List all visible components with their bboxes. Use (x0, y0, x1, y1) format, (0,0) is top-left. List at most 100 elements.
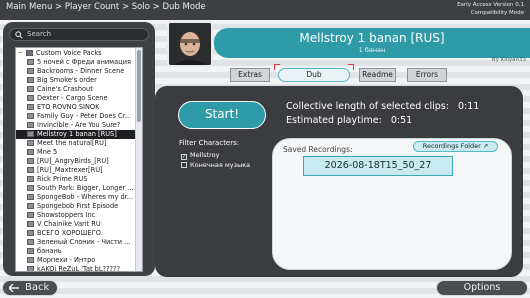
folder-icon (27, 185, 34, 191)
checkbox-icon[interactable] (181, 162, 187, 168)
search-icon (15, 31, 23, 39)
tree-item[interactable]: Caine's Crashout (16, 85, 135, 94)
tree-item-label: SpongeBob - Wheres my dr... (37, 193, 134, 201)
tree-item[interactable]: Family Guy - Peter Does Cr... (16, 112, 135, 121)
tree-item-label: Caine's Crashout (37, 85, 93, 93)
tab-extras[interactable]: Extras (230, 68, 270, 82)
collapse-icon[interactable]: − (18, 50, 24, 56)
tree-item-label: Big Smoke's order (37, 76, 97, 84)
tree-item[interactable]: банань (16, 247, 135, 256)
tab-readme[interactable]: Readme (359, 68, 396, 82)
folder-icon (27, 59, 34, 65)
character-filter-mellstroy[interactable]: ✓ Mellstroy (181, 151, 220, 160)
collective-label: Collective length of selected clips: (286, 101, 449, 112)
tree-item[interactable]: 5 ночей с Фреди анимация (16, 58, 135, 67)
collective-value: 0:11 (457, 101, 480, 112)
folder-icon (27, 95, 34, 101)
tree-item-label: Mellstroy 1 banan [RUS] (37, 130, 117, 138)
tree-item[interactable]: Showstoppers Inc (16, 211, 135, 220)
tree-item-label: 5 ночей с Фреди анимация (37, 58, 131, 66)
tree-root[interactable]: − Custom Voice Packs (16, 49, 135, 58)
tree-item-label: V Chainike Varit RU (37, 220, 101, 228)
folder-icon (27, 203, 34, 209)
folder-icon (27, 167, 34, 173)
tree-item[interactable]: Mne 5 (16, 148, 135, 157)
tree-item-label: ВСЕГО ХОРОШЕГО. (37, 229, 103, 237)
folder-icon (27, 266, 34, 271)
folder-icon (27, 140, 34, 146)
tree-item[interactable]: Зеленый Слоник - Чисти ... (16, 238, 135, 247)
tree-item[interactable]: Spongebob First Episode (16, 202, 135, 211)
folder-icon (27, 131, 34, 137)
folder-icon (27, 158, 34, 164)
tree-item[interactable]: Invincible - Are You Sure? (16, 121, 135, 130)
title-banner: Mellstroy 1 banan [RUS] 1 банан (214, 28, 530, 58)
checkbox-checked-icon[interactable]: ✓ (181, 154, 187, 160)
top-bar: Main Menu > Player Count > Solo > Dub Mo… (0, 0, 530, 20)
tree-item[interactable]: kAKOj ReZuL 'Tat bL????? (16, 265, 135, 272)
tree-item[interactable]: Mellstroy 1 banan [RUS] (16, 130, 135, 139)
tree-item[interactable]: [RU]_Maxtrexer[RU] (16, 166, 135, 175)
compat-line: Compatibility Mode (470, 9, 524, 16)
tree-item-label: Dexter - Cargo Scene (37, 94, 108, 102)
options-button[interactable]: Options (436, 280, 528, 296)
folder-icon (27, 77, 34, 83)
start-button[interactable]: Start! (178, 101, 266, 129)
search-input[interactable]: Search (9, 28, 149, 41)
tree-item-label: South Park: Bigger, Longer ... (37, 184, 134, 192)
tree-item[interactable]: Rick Prime RUS (16, 175, 135, 184)
back-button[interactable]: Back (2, 280, 58, 296)
folder-icon (27, 113, 34, 119)
tree-item[interactable]: South Park: Bigger, Longer ... (16, 184, 135, 193)
tree-item-label: kAKOj ReZuL 'Tat bL????? (37, 265, 121, 272)
breadcrumb: Main Menu > Player Count > Solo > Dub Mo… (6, 2, 206, 12)
tree-item[interactable]: SpongeBob - Wheres my dr... (16, 193, 135, 202)
tab-focus-corner (274, 64, 280, 70)
pack-subtitle: 1 банан (358, 46, 386, 54)
folder-icon (27, 176, 34, 182)
folder-icon (27, 68, 34, 74)
tree-item-label: Зеленый Слоник - Чисти ... (37, 238, 131, 246)
search-placeholder: Search (27, 30, 52, 38)
tree-item[interactable]: Big Smoke's order (16, 76, 135, 85)
scroll-thumb[interactable] (137, 50, 141, 122)
folder-icon (27, 257, 34, 263)
tree-scrollbar[interactable] (135, 48, 142, 271)
folder-icon (27, 221, 34, 227)
tree-item[interactable]: ВСЕГО ХОРОШЕГО. (16, 229, 135, 238)
folder-icon (26, 50, 33, 56)
recording-item[interactable]: 2026-08-18T15_50_27 (303, 156, 453, 176)
tab-dub[interactable]: Dub (278, 68, 350, 82)
tree-item[interactable]: [RU]_AngryBirds_[RU] (16, 157, 135, 166)
playtime-value: 0:51 (390, 115, 413, 126)
tree-item-label: Meet the natural[RU] (37, 139, 107, 147)
tree-item-label: Showstoppers Inc (37, 211, 96, 219)
tree-item[interactable]: Морпехи - Интро (16, 256, 135, 265)
version-line: Early Access Version 0.1 (457, 2, 524, 8)
back-label: Back (25, 282, 50, 293)
tree-item[interactable]: ETO ROVNO SINOK (16, 103, 135, 112)
folder-icon (27, 212, 34, 218)
voice-pack-panel: Search − Custom Voice Packs 5 ночей с Фр… (3, 22, 155, 276)
tree-item-label: Invincible - Are You Sure? (37, 121, 121, 129)
folder-icon (27, 149, 34, 155)
tree-item-label: Family Guy - Peter Does Cr... (37, 112, 132, 120)
tree-item[interactable]: Meet the natural[RU] (16, 139, 135, 148)
character-filter-music[interactable]: Конечная музыка (181, 161, 250, 169)
avatar-face-icon (169, 23, 211, 65)
tab-focus-corner (348, 64, 354, 70)
voice-pack-tree[interactable]: − Custom Voice Packs 5 ночей с Фреди ани… (15, 47, 143, 272)
recordings-folder-button[interactable]: Recordings Folder ↗ (413, 141, 498, 152)
tree-item[interactable]: Dexter - Cargo Scene (16, 94, 135, 103)
folder-icon (27, 239, 34, 245)
folder-icon (27, 104, 34, 110)
version-info: Early Access Version 0.1 Compatibility M… (457, 2, 524, 17)
folder-icon (27, 86, 34, 92)
tree-item[interactable]: V Chainike Varit RU (16, 220, 135, 229)
back-arrow-icon (9, 284, 19, 292)
tab-errors[interactable]: Errors (407, 68, 447, 82)
tree-item-label: Mne 5 (37, 148, 58, 156)
tree-item-label: [RU]_Maxtrexer[RU] (37, 166, 103, 174)
folder-icon (27, 194, 34, 200)
tree-item[interactable]: Backrooms - Dinner Scene (16, 67, 135, 76)
